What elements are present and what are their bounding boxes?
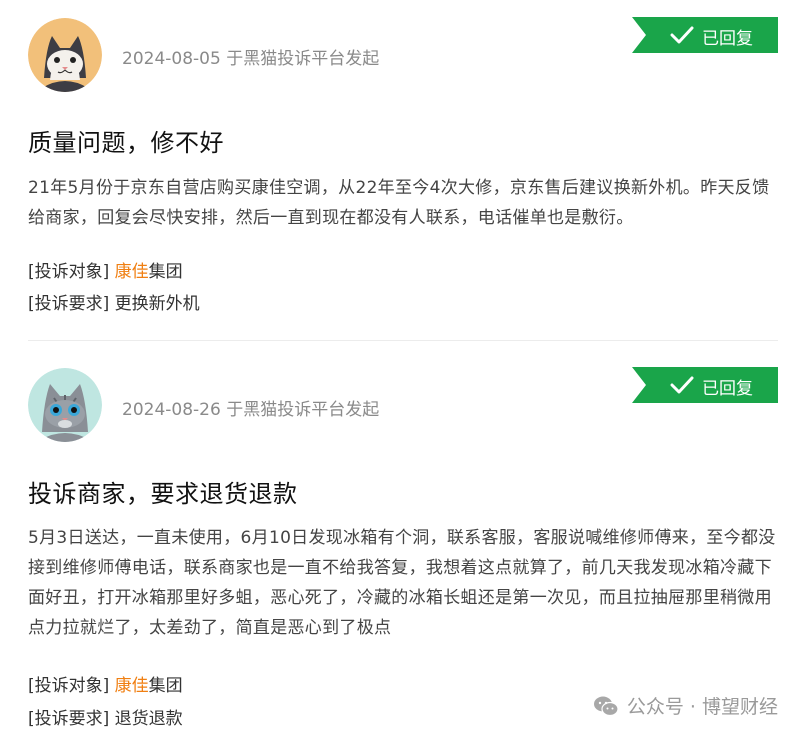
target-label: [投诉对象] (28, 262, 110, 282)
complaint-card[interactable]: 2024-08-05 于黑猫投诉平台发起 已回复 质量问题，修不好 21年5月份… (0, 0, 806, 340)
complaint-target: [投诉对象] 康佳集团 (28, 671, 183, 696)
complaint-target: [投诉对象] 康佳集团 (28, 257, 183, 282)
cat-avatar-icon (28, 18, 102, 92)
target-rest: 集团 (148, 262, 183, 282)
complaint-title[interactable]: 质量问题，修不好 (28, 123, 224, 158)
target-brand-link[interactable]: 康佳 (115, 676, 149, 696)
complaint-request: [投诉要求] 更换新外机 (28, 289, 200, 314)
complaint-date-source: 2024-08-05 于黑猫投诉平台发起 (122, 49, 380, 69)
complaint-request: [投诉要求] 退货退款 (28, 704, 183, 729)
watermark-text: 公众号 · 博望财经 (626, 696, 778, 718)
request-value: 更换新外机 (114, 294, 200, 314)
check-icon (670, 376, 694, 394)
complaint-card[interactable]: 2024-08-26 于黑猫投诉平台发起 已回复 投诉商家，要求退货退款 5月3… (0, 350, 806, 741)
target-brand-link[interactable]: 康佳 (115, 262, 149, 282)
complaint-description: 5月3日送达，一直未使用，6月10日发现冰箱有个洞，联系客服，客服说喊维修师傅来… (28, 528, 776, 638)
status-label: 已回复 (702, 29, 753, 49)
divider (28, 340, 778, 341)
complaint-date-source: 2024-08-26 于黑猫投诉平台发起 (122, 400, 380, 420)
cat-avatar-icon (28, 368, 102, 442)
target-label: [投诉对象] (28, 676, 110, 696)
status-badge: 已回复 (632, 367, 778, 403)
complaint-title[interactable]: 投诉商家，要求退货退款 (28, 474, 298, 509)
request-value: 退货退款 (114, 709, 183, 729)
check-icon (670, 26, 694, 44)
watermark: 公众号 · 博望财经 (593, 692, 778, 719)
status-badge: 已回复 (632, 17, 778, 53)
complaint-description: 21年5月份于京东自营店购买康佳空调，从22年至今4次大修，京东售后建议换新外机… (28, 178, 770, 228)
wechat-icon (593, 696, 619, 716)
target-rest: 集团 (148, 676, 183, 696)
status-label: 已回复 (702, 379, 753, 399)
request-label: [投诉要求] (28, 709, 110, 729)
request-label: [投诉要求] (28, 294, 110, 314)
